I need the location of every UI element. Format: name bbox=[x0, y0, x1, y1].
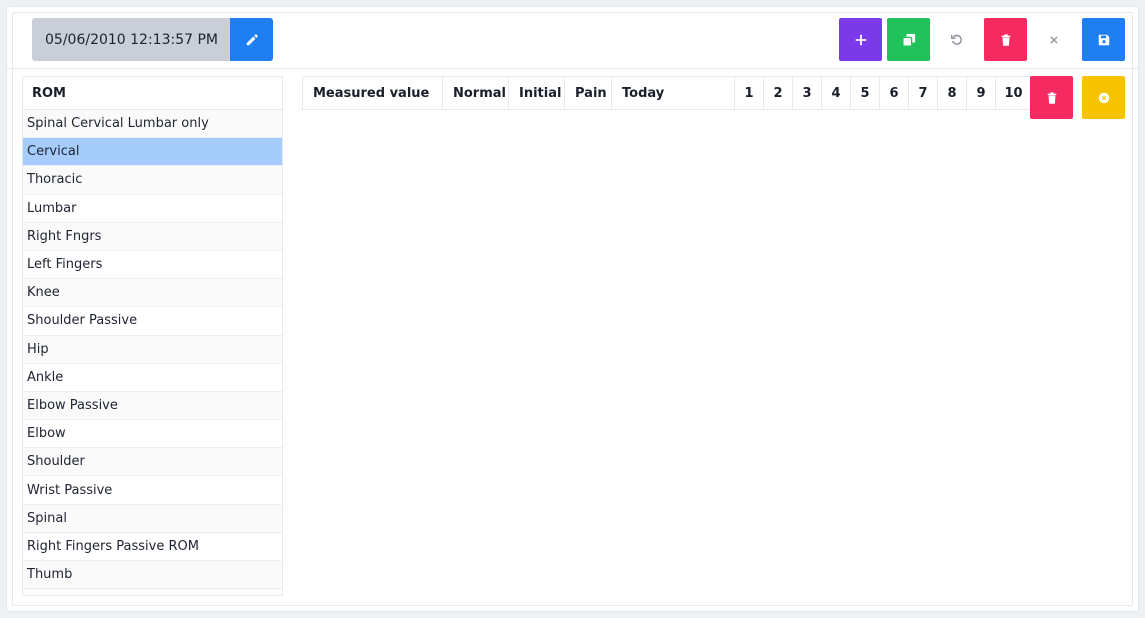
column-header[interactable]: 9 bbox=[967, 77, 996, 109]
rom-list-item[interactable]: Right Fngrs bbox=[23, 222, 282, 251]
rom-list-item[interactable]: Shoulder bbox=[23, 448, 282, 477]
close-icon bbox=[1049, 35, 1058, 44]
column-header[interactable]: 10 bbox=[996, 77, 1031, 109]
close-button[interactable] bbox=[1032, 18, 1075, 61]
row-clear-button[interactable] bbox=[1082, 76, 1125, 119]
undo-icon bbox=[950, 34, 962, 45]
edit-date-button[interactable] bbox=[230, 18, 273, 61]
rom-list-item[interactable]: Shoulder Passive bbox=[23, 307, 282, 336]
rom-items: Spinal Cervical Lumbar only Cervical Thora… bbox=[23, 110, 282, 590]
rom-list: ROM Spinal Cervical Lumbar only Cervical T… bbox=[22, 76, 283, 596]
date-display: 05/06/2010 12:13:57 PM bbox=[32, 18, 230, 61]
column-header[interactable]: 2 bbox=[764, 77, 793, 109]
save-button[interactable] bbox=[1082, 18, 1125, 61]
trash-icon bbox=[1001, 33, 1010, 46]
clear-circle-icon bbox=[1098, 92, 1109, 103]
rom-list-item[interactable]: Thumb bbox=[23, 561, 282, 590]
rom-list-item[interactable]: Cervical bbox=[23, 138, 282, 167]
rom-list-item[interactable]: Spinal Cervical Lumbar only bbox=[23, 110, 282, 139]
column-header[interactable]: 6 bbox=[880, 77, 909, 109]
pencil-icon bbox=[246, 33, 258, 45]
rom-list-header: ROM bbox=[23, 77, 282, 110]
column-header[interactable]: Measured value bbox=[303, 77, 443, 109]
rom-list-item[interactable]: Lumbar bbox=[23, 195, 282, 223]
column-header[interactable]: 5 bbox=[851, 77, 880, 109]
delete-button[interactable] bbox=[984, 18, 1027, 61]
column-header[interactable]: 4 bbox=[822, 77, 851, 109]
trash-icon bbox=[1047, 91, 1056, 104]
save-icon bbox=[1098, 34, 1109, 45]
rom-list-item[interactable]: Hip bbox=[23, 335, 282, 364]
toolbar-divider bbox=[7, 68, 1138, 69]
measure-table-header: Measured value Normal Initial Pain Today 1 2 3 4… bbox=[302, 76, 1032, 110]
rom-list-item[interactable]: Elbow Passive bbox=[23, 391, 282, 421]
add-button[interactable] bbox=[839, 18, 882, 61]
rom-list-item[interactable]: Right Fingers Passive ROM bbox=[23, 533, 282, 561]
main-card: 05/06/2010 12:13:57 PM ROM Spinal Cervic… bbox=[6, 6, 1139, 612]
column-header[interactable]: 7 bbox=[909, 77, 938, 109]
copy-button[interactable] bbox=[887, 18, 930, 61]
rom-list-item[interactable]: Wrist Passive bbox=[23, 476, 282, 505]
column-header[interactable]: Initial bbox=[509, 77, 565, 109]
rom-list-item[interactable]: Knee bbox=[23, 279, 282, 308]
date-text: 05/06/2010 12:13:57 PM bbox=[45, 31, 218, 48]
rom-list-item[interactable]: Left Fingers bbox=[23, 251, 282, 280]
column-header[interactable]: 1 bbox=[735, 77, 764, 109]
rom-list-item[interactable]: Ankle bbox=[23, 364, 282, 392]
column-header[interactable]: 8 bbox=[938, 77, 967, 109]
plus-icon bbox=[855, 34, 866, 45]
rom-list-item[interactable]: Elbow bbox=[23, 420, 282, 449]
rom-list-item[interactable]: Spinal bbox=[23, 504, 282, 533]
undo-button[interactable] bbox=[935, 18, 978, 61]
row-delete-button[interactable] bbox=[1030, 76, 1073, 119]
column-header[interactable]: Pain bbox=[565, 77, 612, 109]
rom-list-item[interactable]: Thoracic bbox=[23, 166, 282, 195]
column-header[interactable]: Today bbox=[612, 77, 735, 109]
column-header[interactable]: 3 bbox=[793, 77, 822, 109]
column-header[interactable]: Normal bbox=[443, 77, 509, 109]
copy-icon bbox=[901, 33, 915, 47]
